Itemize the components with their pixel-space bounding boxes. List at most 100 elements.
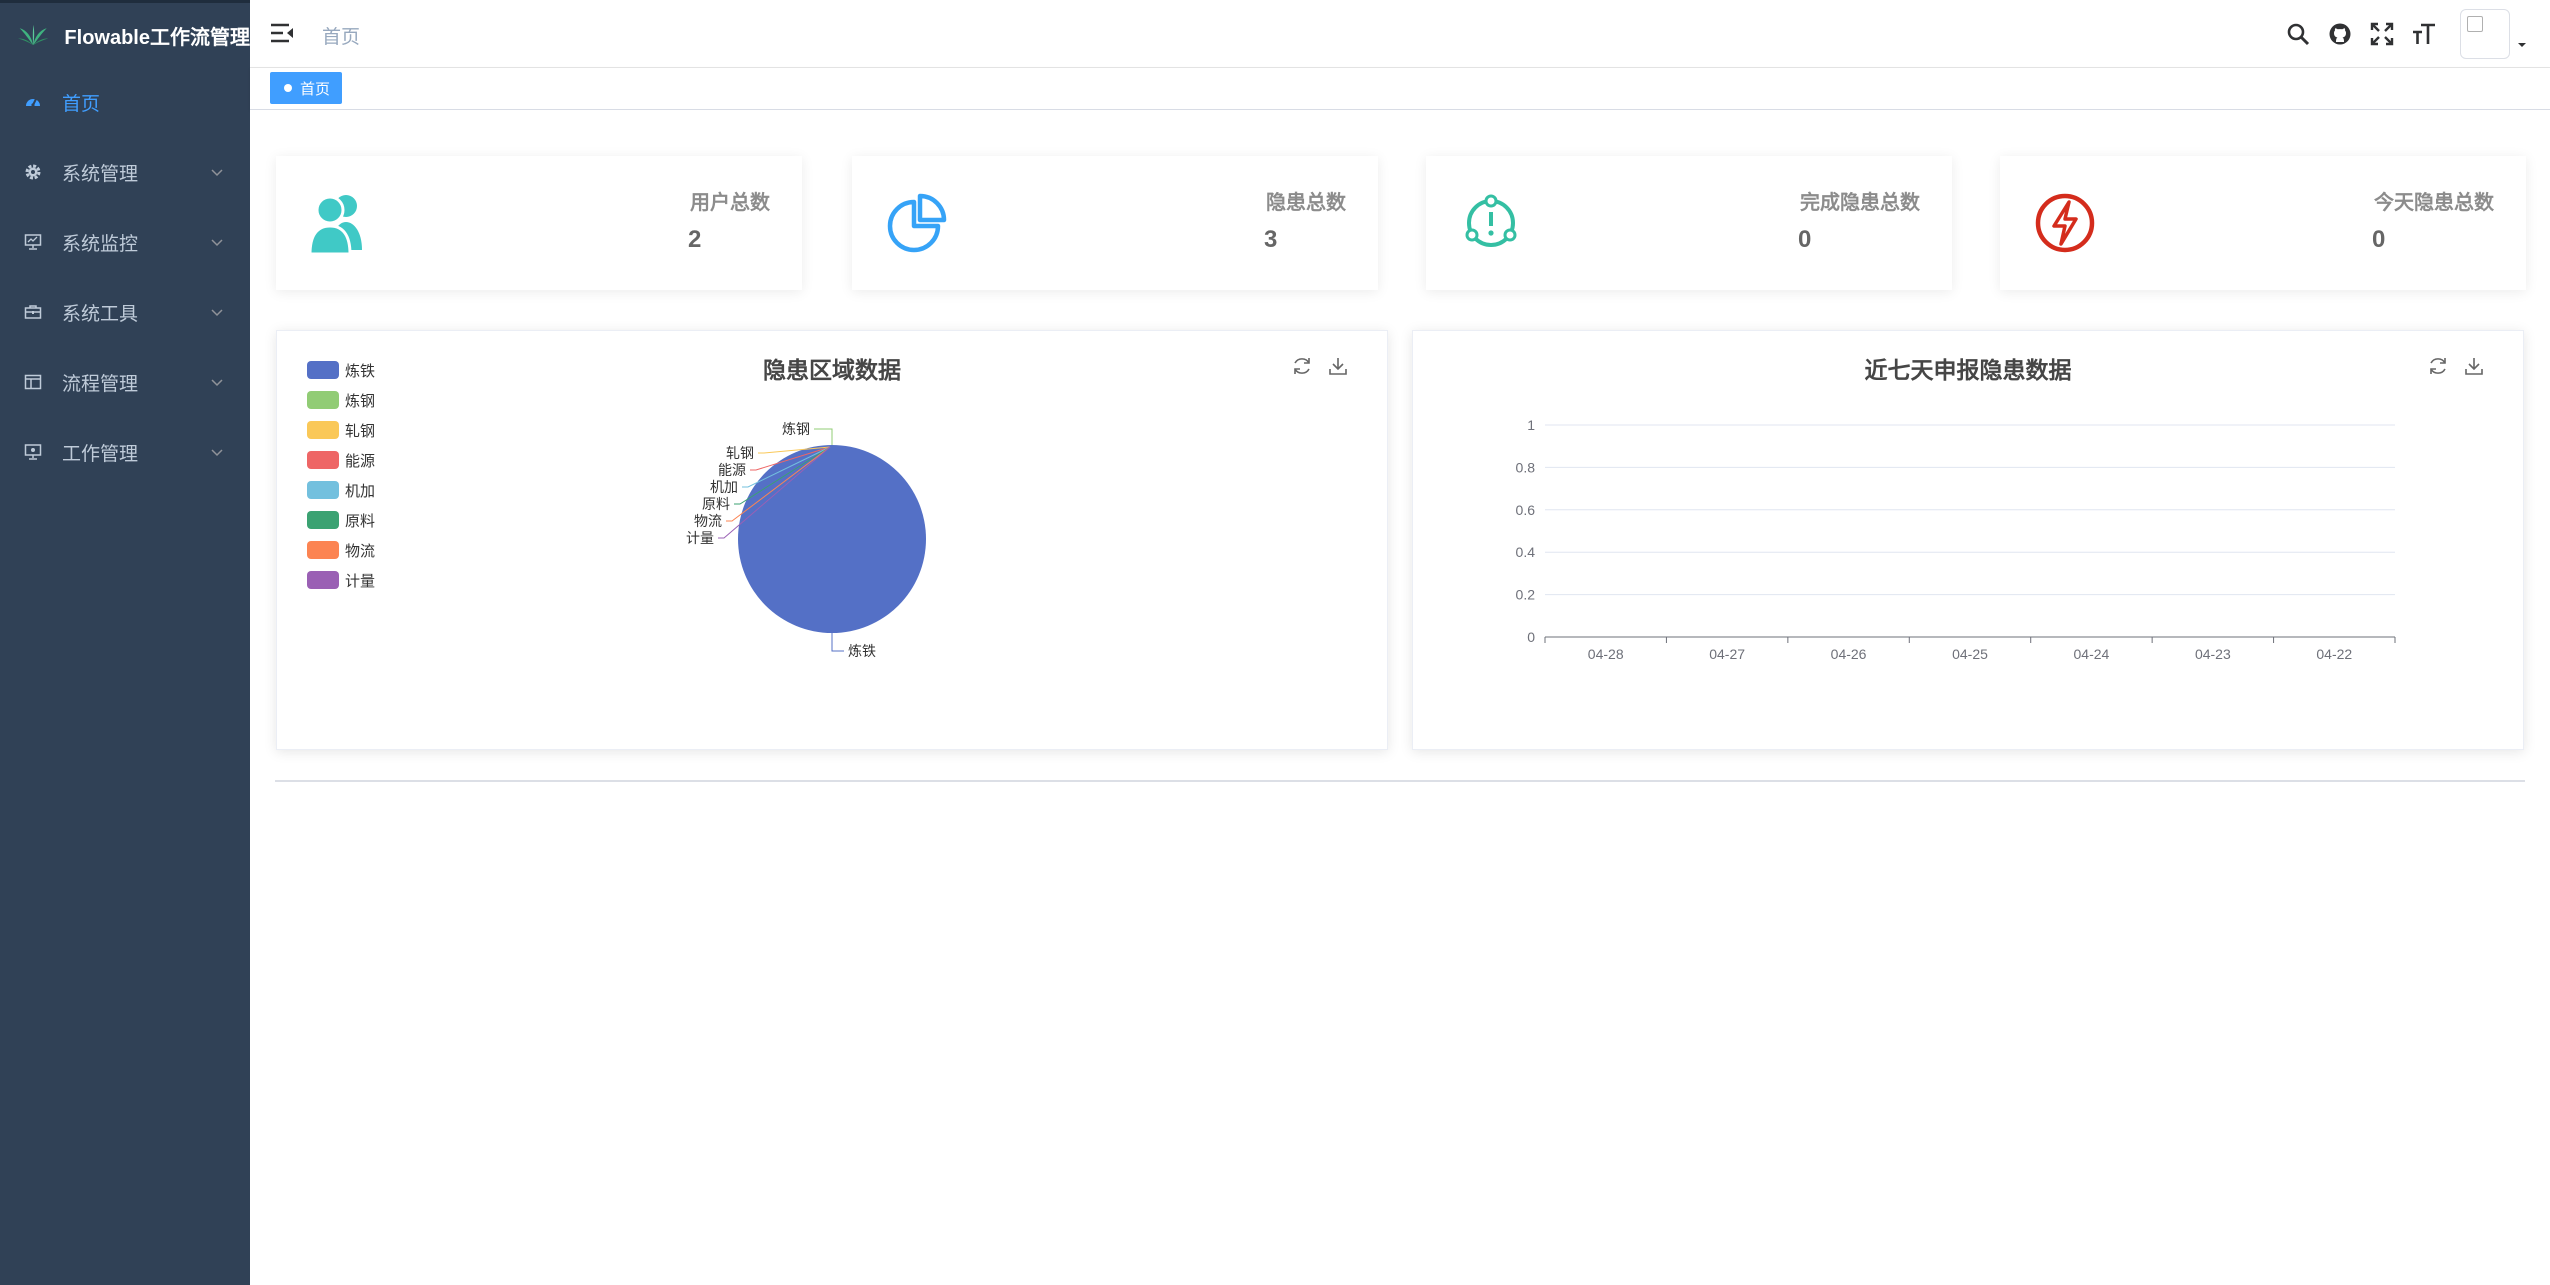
- sidebar-item-home[interactable]: 首页: [0, 67, 250, 137]
- alert-circle-icon: [1465, 194, 1517, 247]
- legend-swatch: [307, 451, 339, 469]
- chevron-down-icon: [211, 239, 223, 247]
- stat-value: 0: [1798, 226, 1812, 253]
- legend-item[interactable]: 轧钢: [307, 415, 375, 445]
- legend-item[interactable]: 原料: [307, 505, 375, 535]
- legend-item[interactable]: 机加: [307, 475, 375, 505]
- tags-view: 首页: [250, 68, 2550, 110]
- sidebar-item-work-management[interactable]: 工作管理: [0, 417, 250, 487]
- line-chart-panel: 近七天申报隐患数据 0 0.2 0.4 0.6 0.8 1 04-28 04-27 04-26 0…: [1412, 330, 2524, 750]
- legend-swatch: [307, 481, 339, 499]
- sidebar-item-system-monitor[interactable]: 系统监控: [0, 207, 250, 277]
- pie-chart-title: 隐患区域数据: [763, 357, 901, 383]
- pie-label-line: [718, 446, 831, 539]
- stat-card-users[interactable]: 用户总数 2: [276, 156, 802, 290]
- sidebar-item-label: 工作管理: [62, 443, 139, 465]
- pie-label: 炼铁: [848, 643, 876, 659]
- y-tick-label: 0.8: [1516, 459, 1536, 475]
- app-title: Flowable工作流管理: [64, 26, 250, 49]
- legend-label: 能源: [345, 452, 376, 470]
- stat-card-today-hazards[interactable]: 今天隐患总数 0: [2000, 156, 2526, 290]
- legend-item[interactable]: 能源: [307, 445, 375, 475]
- sidebar: Flowable工作流管理 首页 系统管理 系统监控 系统工具 流程管理 工作管…: [0, 0, 250, 1285]
- refresh-icon[interactable]: [1291, 355, 1313, 377]
- chevron-down-icon: [211, 169, 223, 177]
- pie-label: 计量: [686, 530, 714, 546]
- pie-label-line: [831, 633, 844, 652]
- x-tick-label: 04-26: [1831, 646, 1867, 662]
- pie-label-line: [734, 446, 831, 505]
- y-tick-label: 0.6: [1516, 502, 1536, 518]
- legend-swatch: [307, 391, 339, 409]
- sidebar-item-label: 系统监控: [62, 233, 139, 255]
- y-tick-label: 1: [1527, 417, 1535, 433]
- chevron-down-icon: [211, 449, 223, 457]
- download-icon[interactable]: [1327, 355, 1349, 377]
- tag-home[interactable]: 首页: [270, 72, 343, 104]
- table-icon: [24, 373, 42, 391]
- pie-label-line: [758, 446, 831, 454]
- pie-label: 原料: [702, 496, 730, 512]
- x-tick-label: 04-24: [2074, 646, 2110, 662]
- pie-label-line: [814, 428, 833, 445]
- logo-icon: [18, 24, 49, 46]
- search-icon[interactable]: [2284, 20, 2312, 48]
- legend-label: 炼钢: [345, 392, 376, 410]
- stat-title: 用户总数: [690, 192, 770, 214]
- legend-swatch: [307, 511, 339, 529]
- navbar: 首页: [250, 0, 2550, 68]
- sidebar-item-label: 系统管理: [62, 163, 139, 185]
- stat-value: 0: [2372, 226, 2386, 253]
- stat-title: 今天隐患总数: [2374, 192, 2494, 214]
- hamburger-icon[interactable]: [270, 22, 294, 44]
- pie-chart-icon: [887, 193, 947, 253]
- stat-card-hazards[interactable]: 隐患总数 3: [852, 156, 1378, 290]
- avatar[interactable]: [2460, 9, 2510, 59]
- sidebar-item-process-management[interactable]: 流程管理: [0, 347, 250, 417]
- sidebar-item-label: 流程管理: [62, 373, 139, 395]
- toolbox-icon: [24, 303, 42, 321]
- legend-item[interactable]: 计量: [307, 565, 375, 595]
- sidebar-item-system-tools[interactable]: 系统工具: [0, 277, 250, 347]
- pie-label: 机加: [710, 479, 738, 495]
- legend-swatch: [307, 361, 339, 379]
- pie-label-line: [750, 446, 831, 471]
- fullscreen-icon[interactable]: [2368, 20, 2396, 48]
- legend-label: 轧钢: [345, 422, 376, 440]
- sidebar-item-label: 首页: [62, 93, 101, 115]
- legend-label: 物流: [345, 542, 376, 560]
- legend-label: 计量: [345, 572, 376, 590]
- x-tick-label: 04-27: [1709, 646, 1745, 662]
- pie-legend: 炼铁炼钢轧钢能源机加原料物流计量: [307, 355, 375, 595]
- stat-card-completed-hazards[interactable]: 完成隐患总数 0: [1426, 156, 1952, 290]
- gear-icon: [24, 163, 42, 181]
- x-tick-label: 04-28: [1588, 646, 1624, 662]
- font-size-icon[interactable]: [2410, 20, 2438, 48]
- sidebar-item-system-management[interactable]: 系统管理: [0, 137, 250, 207]
- legend-label: 炼铁: [345, 362, 376, 380]
- pie-slice[interactable]: [738, 445, 926, 633]
- breadcrumb: 首页: [322, 27, 361, 48]
- x-tick-label: 04-25: [1952, 646, 1988, 662]
- chevron-down-icon: [211, 379, 223, 387]
- sidebar-item-label: 系统工具: [62, 303, 139, 325]
- logo[interactable]: Flowable工作流管理: [0, 3, 250, 67]
- users-icon: [308, 195, 362, 256]
- pie-label-line: [726, 446, 831, 522]
- legend-label: 机加: [345, 482, 376, 500]
- line-chart: 0 0.2 0.4 0.6 0.8 1 04-28 04-27 04-26 04-25 04-24 0…: [1516, 417, 2396, 662]
- lightning-icon: [2035, 193, 2095, 253]
- stat-value: 3: [1264, 226, 1278, 253]
- dashboard-icon: [24, 93, 42, 111]
- legend-item[interactable]: 炼钢: [307, 385, 375, 415]
- legend-item[interactable]: 炼铁: [307, 355, 375, 385]
- pie-label: 物流: [694, 513, 722, 529]
- legend-item[interactable]: 物流: [307, 535, 375, 565]
- legend-swatch: [307, 541, 339, 559]
- pie-chart: 炼铁 炼钢轧钢能源机加原料物流计量: [686, 421, 926, 659]
- y-tick-label: 0: [1527, 629, 1535, 645]
- github-icon[interactable]: [2326, 20, 2354, 48]
- chevron-down-icon: [211, 309, 223, 317]
- navbar-right: [2284, 0, 2550, 68]
- caret-down-icon[interactable]: [2516, 40, 2528, 50]
